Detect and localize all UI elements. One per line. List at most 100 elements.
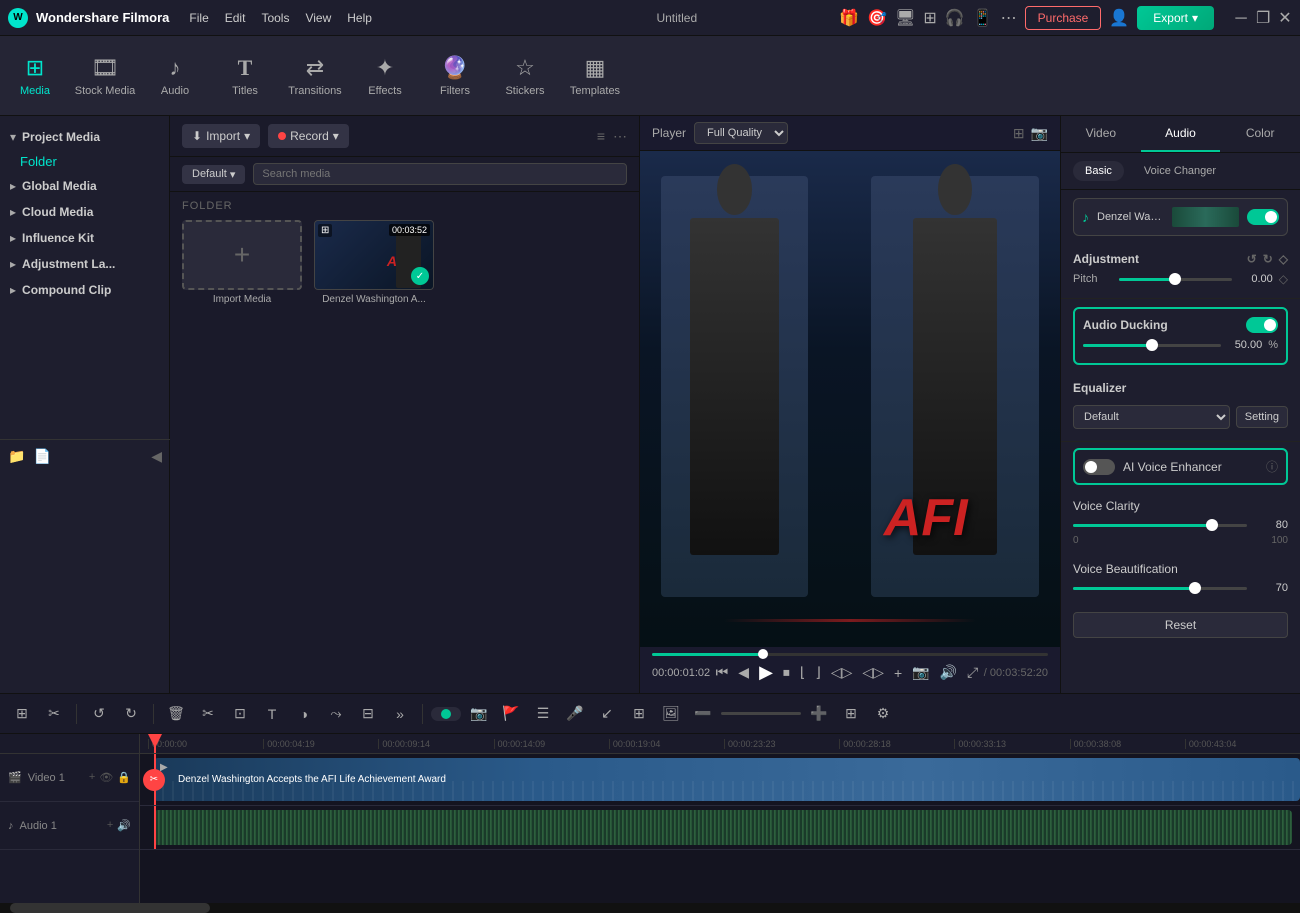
tab-audio[interactable]: Audio [1141, 116, 1221, 152]
reset-button[interactable]: Reset [1073, 612, 1288, 638]
add-button[interactable]: ➕ [805, 700, 833, 728]
sub-tab-voice-changer[interactable]: Voice Changer [1132, 161, 1228, 181]
toolbar-audio[interactable]: ♪ Audio [140, 41, 210, 111]
settings-tl-button[interactable]: ⚙ [869, 700, 897, 728]
undo-button[interactable]: ↺ [85, 700, 113, 728]
influence-kit-header[interactable]: ▸ Influence Kit [0, 225, 169, 251]
mark-in-button[interactable]: ⌊ [800, 664, 805, 681]
crop-button[interactable]: ⊡ [226, 700, 254, 728]
menu-view[interactable]: View [305, 11, 331, 25]
menu-help[interactable]: Help [347, 11, 372, 25]
snapshot-icon[interactable]: 📷 [1031, 125, 1048, 142]
menu-edit[interactable]: Edit [225, 11, 246, 25]
search-media-input[interactable] [253, 163, 627, 185]
pitch-reset-icon[interactable]: ◇ [1279, 272, 1288, 286]
ducking-slider[interactable] [1083, 344, 1221, 347]
sub-tab-basic[interactable]: Basic [1073, 161, 1124, 181]
audio-clip[interactable] [154, 810, 1292, 845]
ai-voice-toggle[interactable] [1083, 459, 1115, 475]
global-media-header[interactable]: ▸ Global Media [0, 173, 169, 199]
eq-setting-button[interactable]: Setting [1236, 406, 1288, 428]
prev-clip-button[interactable]: ◁▷ [831, 664, 853, 681]
more-options-icon[interactable]: ⋯ [613, 128, 627, 145]
audio-track-add-icon[interactable]: + [107, 819, 113, 832]
record-button[interactable]: Record ▾ [268, 124, 349, 148]
ai-voice-info-icon[interactable]: ⓘ [1266, 458, 1278, 475]
import-button[interactable]: ⬇ Import ▾ [182, 124, 260, 148]
fullscreen-button[interactable]: ⤢ [967, 664, 978, 681]
menu-file[interactable]: File [189, 11, 208, 25]
minimize-button[interactable]: ─ [1234, 11, 1248, 25]
grid-tl-button[interactable]: ⊞ [837, 700, 865, 728]
delete-button[interactable]: 🗑 [162, 700, 190, 728]
mobile-icon[interactable]: 📱 [973, 8, 993, 28]
pitch-slider[interactable] [1119, 278, 1232, 281]
reset-adj-icon[interactable]: ◇ [1279, 252, 1288, 266]
tab-video[interactable]: Video [1061, 116, 1141, 152]
motion-button[interactable]: ⤳ [322, 700, 350, 728]
project-media-header[interactable]: ▾ Project Media [0, 124, 169, 150]
pitch-thumb[interactable] [1169, 273, 1181, 285]
import-media-item[interactable]: + Import Media [182, 220, 302, 305]
insert-button[interactable]: ↙ [593, 700, 621, 728]
video-track-lock-icon[interactable]: 🔒 [117, 771, 131, 784]
ducking-thumb[interactable] [1146, 339, 1158, 351]
ripple-edit-button[interactable]: ✂ [40, 700, 68, 728]
color-correct-button[interactable]: ◑ [290, 700, 318, 728]
quality-select[interactable]: Full Quality [694, 122, 788, 144]
play-button[interactable]: ▶ [759, 662, 773, 683]
voice-beauty-slider[interactable] [1073, 587, 1247, 590]
voice-clarity-thumb[interactable] [1206, 519, 1218, 531]
new-file-icon[interactable]: 📄 [33, 448, 50, 465]
audio-track-mute-icon[interactable]: 🔊 [117, 819, 131, 832]
toolbar-effects[interactable]: ✦ Effects [350, 41, 420, 111]
timeline-scrollbar[interactable] [0, 903, 1300, 913]
redo-icon[interactable]: ↻ [1263, 252, 1273, 266]
undo-icon[interactable]: ↺ [1247, 252, 1257, 266]
progress-bar[interactable] [652, 653, 1048, 656]
export-button[interactable]: Export▾ [1137, 6, 1214, 30]
playhead-circle[interactable]: ✂ [143, 769, 165, 791]
eq-preset-select[interactable]: Default [1073, 405, 1230, 429]
next-clip-button[interactable]: ◁▷ [862, 664, 884, 681]
volume-button[interactable]: 🔊 [940, 664, 957, 681]
mark-out-button[interactable]: ⌋ [815, 664, 820, 681]
chapter-button[interactable]: ☰ [529, 700, 557, 728]
camera-tl-button[interactable]: 📷 [465, 700, 493, 728]
folder-item[interactable]: Folder [0, 150, 169, 173]
cloud-media-header[interactable]: ▸ Cloud Media [0, 199, 169, 225]
purchase-button[interactable]: Purchase [1025, 6, 1102, 30]
headphone-icon[interactable]: 🎧 [945, 8, 965, 28]
gift-icon[interactable]: 🎁 [839, 8, 859, 28]
marker-button[interactable]: 🚩 [497, 700, 525, 728]
toolbar-stickers[interactable]: ☆ Stickers [490, 41, 560, 111]
add-to-timeline-button[interactable]: + [894, 665, 902, 681]
monitor-icon[interactable]: 🖥 [895, 8, 915, 28]
voice-beauty-thumb[interactable] [1189, 582, 1201, 594]
text-button[interactable]: T [258, 700, 286, 728]
target-icon[interactable]: 🎯 [867, 8, 887, 28]
new-folder-icon[interactable]: 📁 [8, 448, 25, 465]
default-filter-button[interactable]: Default ▾ [182, 165, 245, 184]
menu-tools[interactable]: Tools [261, 11, 289, 25]
audio-track-area[interactable] [140, 806, 1300, 850]
maximize-button[interactable]: ❐ [1256, 11, 1270, 25]
prev-frame-button[interactable]: ◀ [738, 664, 749, 681]
user-icon[interactable]: 👤 [1109, 8, 1129, 28]
toolbar-stock-media[interactable]: 🎞 Stock Media [70, 41, 140, 111]
audio-track-toggle[interactable] [1247, 209, 1279, 225]
compound-clip-header[interactable]: ▸ Compound Clip [0, 277, 169, 303]
toolbar-templates[interactable]: ▦ Templates [560, 41, 630, 111]
toolbar-titles[interactable]: T Titles [210, 41, 280, 111]
video-clip-thumb[interactable]: AFI ⊞ 00:03:52 ✓ [314, 220, 434, 290]
timeline-tracks[interactable]: 00:00:00 00:00:04:19 00:00:09:14 00:00:1… [140, 734, 1300, 903]
toolbar-media[interactable]: ⊞ Media [0, 41, 70, 111]
subtract-button[interactable]: ➖ [689, 700, 717, 728]
stop-button[interactable]: ⏹ [783, 664, 790, 681]
adjustment-layers-header[interactable]: ▸ Adjustment La... [0, 251, 169, 277]
filter-settings-icon[interactable]: ≡ [597, 128, 605, 144]
go-start-button[interactable]: ⏮ [716, 664, 729, 681]
video-track-eye-icon[interactable]: 👁 [99, 771, 113, 784]
close-button[interactable]: ✕ [1278, 11, 1292, 25]
more-tools-button[interactable]: » [386, 700, 414, 728]
